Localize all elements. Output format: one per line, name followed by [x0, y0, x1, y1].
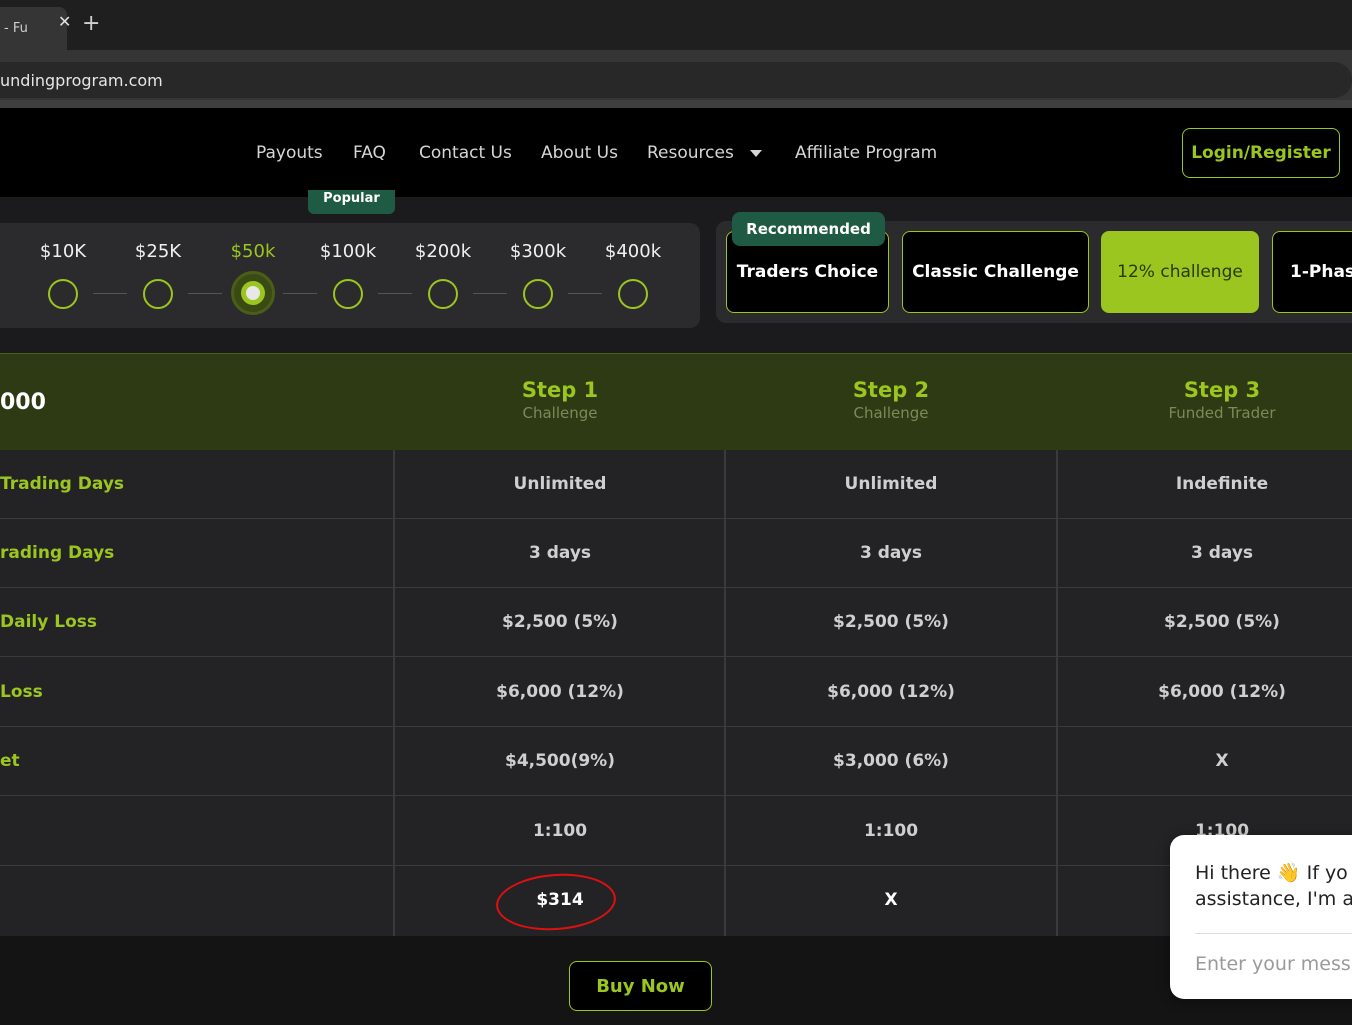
table-cell: 3 days: [1190, 543, 1254, 563]
table-cell: $6,000 (12%): [1158, 682, 1286, 702]
challenge-classic[interactable]: Classic Challenge: [902, 231, 1089, 313]
table-row-price: $314 X: [0, 866, 1352, 935]
close-tab-icon[interactable]: ✕: [58, 12, 71, 31]
step-3-header: Step 3 Funded Trader: [1056, 378, 1352, 422]
step-1-header: Step 1 Challenge: [394, 378, 726, 422]
chat-greeting-line2: assistance, I'm a: [1195, 888, 1352, 910]
row-label: rading Days: [0, 543, 115, 563]
table-cell: $2,500 (5%): [502, 612, 618, 632]
nav-contact-us[interactable]: Contact Us: [419, 143, 512, 163]
size-radio[interactable]: [618, 279, 648, 309]
table-cell: $2,500 (5%): [833, 612, 949, 632]
table-cell: 1:100: [532, 821, 588, 841]
table-row: Daily Loss $2,500 (5%) $2,500 (5%) $2,50…: [0, 588, 1352, 657]
size-option-label-selected[interactable]: $50k: [231, 241, 276, 262]
login-register-button[interactable]: Login/Register: [1182, 128, 1340, 178]
column-divider: [393, 450, 395, 936]
table-cell: Unlimited: [844, 474, 938, 494]
size-radio[interactable]: [143, 279, 173, 309]
connector-line: [283, 293, 317, 294]
row-label: et: [0, 751, 20, 771]
step-2-header: Step 2 Challenge: [725, 378, 1057, 422]
table-cell: $3,000 (6%): [833, 751, 949, 771]
size-option-label[interactable]: $25K: [135, 241, 181, 262]
table-row: Loss $6,000 (12%) $6,000 (12%) $6,000 (1…: [0, 658, 1352, 727]
table-row: Trading Days Unlimited Unlimited Indefin…: [0, 450, 1352, 519]
table-cell: X: [884, 890, 898, 910]
size-option-label[interactable]: $10K: [40, 241, 86, 262]
connector-line: [378, 293, 412, 294]
table-cell: 3 days: [859, 543, 923, 563]
account-size-selector: [0, 223, 700, 328]
row-label: Trading Days: [0, 474, 125, 494]
table-cell: $6,000 (12%): [827, 682, 955, 702]
chat-message-input[interactable]: Enter your messa: [1195, 953, 1352, 975]
recommended-badge: Recommended: [732, 212, 885, 246]
connector-line: [93, 293, 127, 294]
column-divider: [724, 450, 726, 936]
table-row: rading Days 3 days 3 days 3 days: [0, 519, 1352, 588]
table-cell: $4,500(9%): [504, 751, 615, 771]
screen: - Fu ✕ + undingprogram.com Payouts FAQ C…: [0, 0, 1352, 1025]
chat-widget[interactable]: Hi there 👋 If yo assistance, I'm a Enter…: [1170, 835, 1352, 999]
size-option-label[interactable]: $300k: [510, 241, 566, 262]
step-subtitle: Funded Trader: [1168, 404, 1276, 422]
chat-greeting: Hi there 👋 If yo assistance, I'm a: [1195, 860, 1352, 912]
browser-tab[interactable]: - Fu: [0, 7, 67, 50]
nav-about-us[interactable]: About Us: [541, 143, 618, 163]
step-title: Step 3: [1183, 378, 1261, 402]
chat-divider: [1195, 933, 1352, 934]
browser-tab-bar: - Fu ✕ +: [0, 0, 1352, 50]
nav-affiliate-program[interactable]: Affiliate Program: [795, 143, 937, 163]
step-subtitle: Challenge: [853, 404, 929, 422]
buy-now-button[interactable]: Buy Now: [569, 961, 712, 1011]
table-cell: $2,500 (5%): [1164, 612, 1280, 632]
tab-title: - Fu: [4, 21, 28, 36]
step-title: Step 1: [521, 378, 599, 402]
address-bar-url: undingprogram.com: [0, 71, 163, 90]
chevron-down-icon[interactable]: [750, 150, 762, 157]
size-radio-selected[interactable]: [231, 271, 275, 315]
account-amount: 000: [0, 390, 46, 415]
size-option-label[interactable]: $400k: [605, 241, 661, 262]
table-cell: X: [1215, 751, 1229, 771]
chat-greeting-line1: Hi there 👋 If yo: [1195, 862, 1348, 884]
size-option-label[interactable]: $200k: [415, 241, 471, 262]
table-cell: Unlimited: [513, 474, 607, 494]
toolbar-divider: [0, 100, 1352, 108]
size-radio[interactable]: [523, 279, 553, 309]
row-label: Daily Loss: [0, 612, 97, 632]
step-title: Step 2: [852, 378, 930, 402]
challenge-12-percent-selected[interactable]: 12% challenge: [1101, 231, 1259, 313]
table-cell: $6,000 (12%): [496, 682, 624, 702]
nav-payouts[interactable]: Payouts: [256, 143, 323, 163]
table-row: 1:100 1:100 1:100: [0, 797, 1352, 866]
connector-line: [188, 293, 222, 294]
row-label: Loss: [0, 682, 43, 702]
size-radio[interactable]: [48, 279, 78, 309]
table-cell: Indefinite: [1175, 474, 1269, 494]
popular-badge: Popular: [308, 190, 395, 214]
size-radio[interactable]: [428, 279, 458, 309]
table-cell: 3 days: [528, 543, 592, 563]
step-subtitle: Challenge: [522, 404, 598, 422]
size-option-label[interactable]: $100k: [320, 241, 376, 262]
column-divider: [1056, 450, 1058, 936]
connector-line: [473, 293, 507, 294]
address-bar[interactable]: undingprogram.com: [0, 62, 1352, 98]
table-row: et $4,500(9%) $3,000 (6%) X: [0, 727, 1352, 796]
table-cell: 1:100: [863, 821, 919, 841]
size-radio[interactable]: [333, 279, 363, 309]
challenge-1-phase[interactable]: 1-Phase: [1272, 231, 1352, 313]
table-body: Trading Days Unlimited Unlimited Indefin…: [0, 450, 1352, 936]
nav-faq[interactable]: FAQ: [353, 143, 386, 163]
connector-line: [568, 293, 602, 294]
nav-resources[interactable]: Resources: [647, 143, 734, 163]
new-tab-button[interactable]: +: [82, 11, 100, 36]
